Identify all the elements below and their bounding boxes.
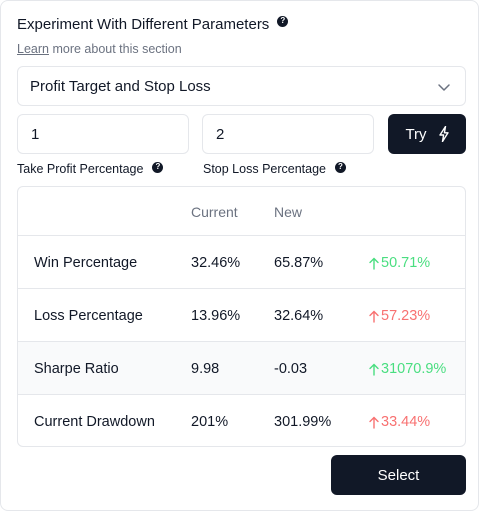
change-percent: 57.23% [381,308,431,324]
column-header-new: New [274,204,303,220]
parameter-dropdown[interactable]: Profit Target and Stop Loss [17,66,466,106]
new-value: -0.03 [274,361,308,377]
metric-name: Sharpe Ratio [34,361,119,377]
metric-name: Current Drawdown [34,414,155,430]
subtitle-text: more about this section [48,42,182,56]
change-percent: 50.71% [381,255,431,271]
new-value: 301.99% [274,414,332,430]
new-value: 65.87% [274,255,324,271]
change-value: 31070.9% [369,361,446,377]
current-value: 32.46% [191,255,241,271]
experiment-panel: Experiment With Different Parameters ? L… [0,0,479,511]
stop-loss-label-text: Stop Loss Percentage [203,162,326,176]
current-value: 9.98 [191,361,220,377]
table-row: Loss Percentage 13.96% 32.64% 57.23% [18,289,465,342]
results-table: Current New Win Percentage 32.46% 65.87%… [17,186,466,447]
arrow-up-icon [369,416,379,429]
change-value: 33.44% [369,414,430,430]
lightning-icon [438,126,449,142]
metric-name: Loss Percentage [34,308,143,324]
page-title: Experiment With Different Parameters [17,15,270,33]
panel-header: Experiment With Different Parameters ? [17,14,289,34]
metric-name: Win Percentage [34,255,138,271]
table-row: Current Drawdown 201% 301.99% 33.44% [18,395,465,446]
dropdown-selected-value: Profit Target and Stop Loss [30,77,211,95]
table-row: Win Percentage 32.46% 65.87% 50.71% [18,236,465,289]
chevron-down-icon [438,84,450,91]
select-button[interactable]: Select [331,455,466,495]
change-percent: 31070.9% [381,361,447,377]
arrow-up-icon [369,310,379,323]
take-profit-label: Take Profit Percentage ? [17,161,164,176]
new-value: 32.64% [274,308,324,324]
help-icon[interactable]: ? [277,15,289,27]
table-header: Current New [18,187,465,236]
change-value: 50.71% [369,255,430,271]
change-value: 57.23% [369,308,430,324]
try-button[interactable]: Try [388,114,466,154]
current-value: 201% [191,414,229,430]
current-value: 13.96% [191,308,241,324]
take-profit-input[interactable] [17,114,189,154]
arrow-up-icon [369,257,379,270]
try-button-label: Try [405,125,427,143]
learn-link[interactable]: Learn [17,42,49,56]
arrow-up-icon [369,363,379,376]
panel-subtitle: Learn more about this section [17,42,182,56]
stop-loss-label: Stop Loss Percentage ? [203,161,346,176]
stop-loss-input[interactable] [202,114,374,154]
change-percent: 33.44% [381,414,431,430]
help-icon[interactable]: ? [335,161,346,173]
help-icon[interactable]: ? [152,161,164,173]
column-header-current: Current [191,204,238,220]
take-profit-label-text: Take Profit Percentage [17,162,144,176]
table-row: Sharpe Ratio 9.98 -0.03 31070.9% [18,342,465,395]
